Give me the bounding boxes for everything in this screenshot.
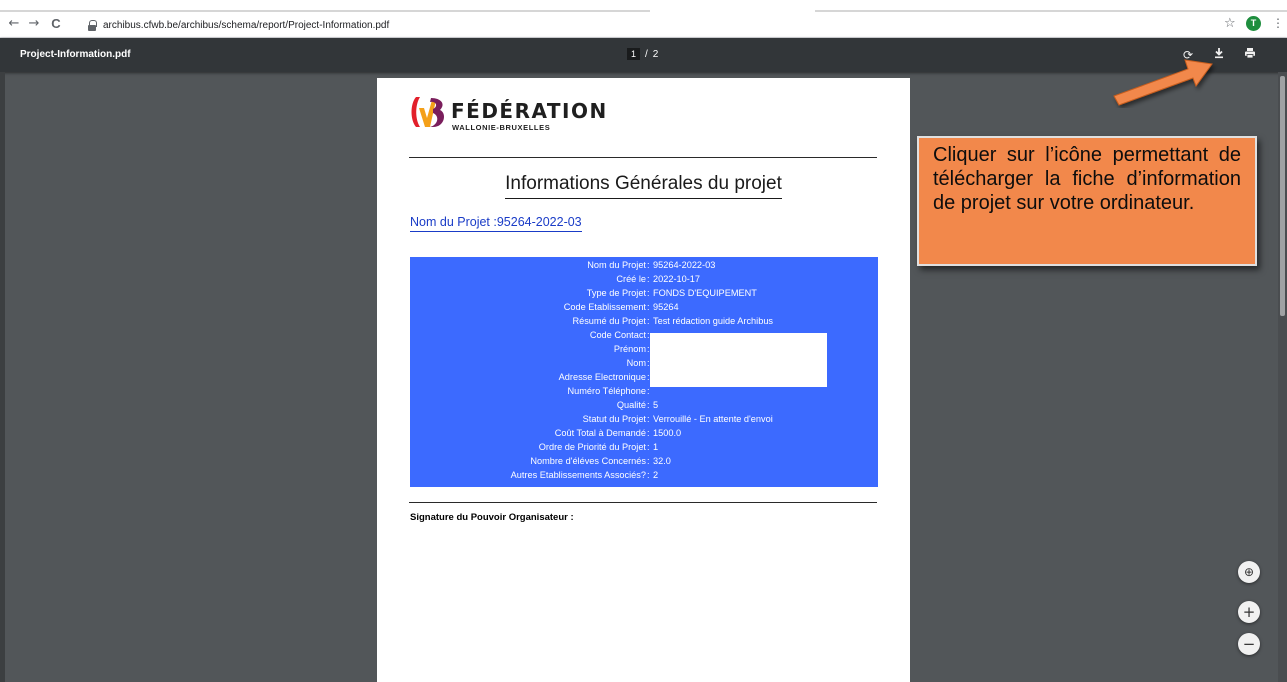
info-value: 5 (653, 400, 659, 410)
info-label: Nom (626, 358, 646, 368)
info-value: Test rédaction guide Archibus (653, 316, 774, 326)
info-row: Nom du Projet:95264-2022-03 (410, 260, 878, 271)
page-separator: / (645, 48, 648, 60)
info-row: Numéro Téléphone: (410, 386, 878, 397)
pdf-file-name: Project-Information.pdf (20, 49, 131, 60)
info-label: Créé le (616, 274, 646, 284)
info-separator: : (647, 302, 650, 312)
info-label: Type de Projet (586, 288, 646, 298)
redaction-block (650, 333, 827, 387)
info-row: Code Etablissement:95264 (410, 302, 878, 313)
reload-button[interactable]: C (48, 16, 64, 32)
info-value: Verrouillé - En attente d'envoi (653, 414, 773, 424)
bookmark-star-icon[interactable]: ☆ (1224, 16, 1236, 31)
document-title: Informations Générales du projet (377, 173, 910, 199)
print-icon-glyph (1245, 48, 1255, 59)
print-icon[interactable] (1242, 47, 1258, 63)
info-label: Code Etablissement (563, 302, 646, 312)
document-title-text: Informations Générales du projet (505, 173, 782, 199)
info-label: Ordre de Priorité du Projet (538, 442, 646, 452)
zoom-in-button[interactable]: + (1238, 601, 1260, 623)
signature-label: Signature du Pouvoir Organisateur : (410, 512, 574, 523)
info-label: Qualité (616, 400, 646, 410)
federation-logo-icon (411, 97, 445, 127)
project-name-heading: Nom du Projet :95264-2022-03 (410, 215, 582, 232)
info-row: Autres Etablissements Associés?:2 (410, 470, 878, 481)
info-separator: : (647, 414, 650, 424)
info-row: Résumé du Projet: Test rédaction guide Ar… (410, 316, 878, 327)
total-pages: 2 (652, 48, 659, 60)
info-value: 95264 (653, 302, 679, 312)
info-separator: : (647, 428, 650, 438)
instruction-callout: Cliquer sur l’icône permettant de téléch… (917, 136, 1257, 266)
logo-name: FÉDÉRATION (451, 99, 608, 123)
profile-avatar[interactable]: T (1246, 16, 1261, 31)
logo-subtitle: WALLONIE-BRUXELLES (452, 123, 551, 132)
current-page-input[interactable]: 1 (627, 48, 641, 60)
info-separator: : (647, 288, 650, 298)
info-label: Nom du Projet (587, 260, 646, 270)
info-row: Créé le:2022-10-17 (410, 274, 878, 285)
browser-menu-icon[interactable]: ⋮ (1272, 16, 1284, 30)
info-separator: : (647, 316, 650, 326)
info-separator: : (647, 400, 650, 410)
signature-divider (409, 502, 877, 503)
info-label: Prénom (613, 344, 646, 354)
info-value: 1500.0 (653, 428, 682, 438)
forward-button[interactable]: → (26, 16, 42, 32)
info-separator: : (647, 260, 650, 270)
pdf-toolbar: Project-Information.pdf 1 / 2 ⟳ (0, 38, 1287, 72)
pdf-page: FÉDÉRATION WALLONIE-BRUXELLES Informatio… (377, 78, 910, 682)
info-value: 95264-2022-03 (653, 260, 716, 270)
info-value: FONDS D'EQUIPEMENT (653, 288, 757, 298)
fit-page-button[interactable]: ⊕ (1238, 561, 1260, 583)
info-label: Nombre d'éléves Concernés (530, 456, 646, 466)
info-row: Statut du Projet: Verrouillé - En attente… (410, 414, 878, 425)
info-label: Adresse Electronique (558, 372, 646, 382)
info-row: Type de Projet: FONDS D'EQUIPEMENT (410, 288, 878, 299)
info-value: 32.0 (653, 456, 671, 466)
lock-icon (88, 20, 97, 31)
info-row: Coût Total à Demandé:1500.0 (410, 428, 878, 439)
info-value: 2 (653, 470, 659, 480)
info-label: Numéro Téléphone (567, 386, 646, 396)
info-label: Résumé du Projet (572, 316, 646, 326)
callout-arrow-icon (1113, 59, 1213, 106)
info-separator: : (647, 442, 650, 452)
info-row: Ordre de Priorité du Projet:1 (410, 442, 878, 453)
page-indicator: 1 / 2 (627, 48, 658, 60)
project-info-table: Nom du Projet:95264-2022-03 Créé le:2022-… (410, 257, 878, 487)
scrollbar-thumb[interactable] (1280, 76, 1285, 316)
info-label: Autres Etablissements Associés? (510, 470, 646, 480)
zoom-out-button[interactable]: − (1238, 633, 1260, 655)
info-separator: : (647, 386, 650, 396)
back-button[interactable]: ← (6, 16, 22, 32)
info-label: Statut du Projet (582, 414, 646, 424)
header-divider (409, 157, 877, 158)
info-row: Nombre d'éléves Concernés:32.0 (410, 456, 878, 467)
info-separator: : (647, 274, 650, 284)
address-bar[interactable]: archibus.cfwb.be/archibus/schema/report/… (88, 16, 389, 34)
browser-bar: ← → C archibus.cfwb.be/archibus/schema/r… (0, 0, 1287, 38)
tab-strip-line (815, 10, 1287, 12)
viewer-left-strip (0, 72, 5, 682)
info-separator: : (647, 470, 650, 480)
info-label: Code Contact (589, 330, 646, 340)
tab-strip-line (0, 10, 650, 12)
info-row: Qualité:5 (410, 400, 878, 411)
url-text: archibus.cfwb.be/archibus/schema/report/… (103, 19, 390, 31)
info-value: 2022-10-17 (653, 274, 700, 284)
info-label: Coût Total à Demandé (554, 428, 646, 438)
info-separator: : (647, 456, 650, 466)
screen: ← → C archibus.cfwb.be/archibus/schema/r… (0, 0, 1287, 682)
info-value: 1 (653, 442, 659, 452)
